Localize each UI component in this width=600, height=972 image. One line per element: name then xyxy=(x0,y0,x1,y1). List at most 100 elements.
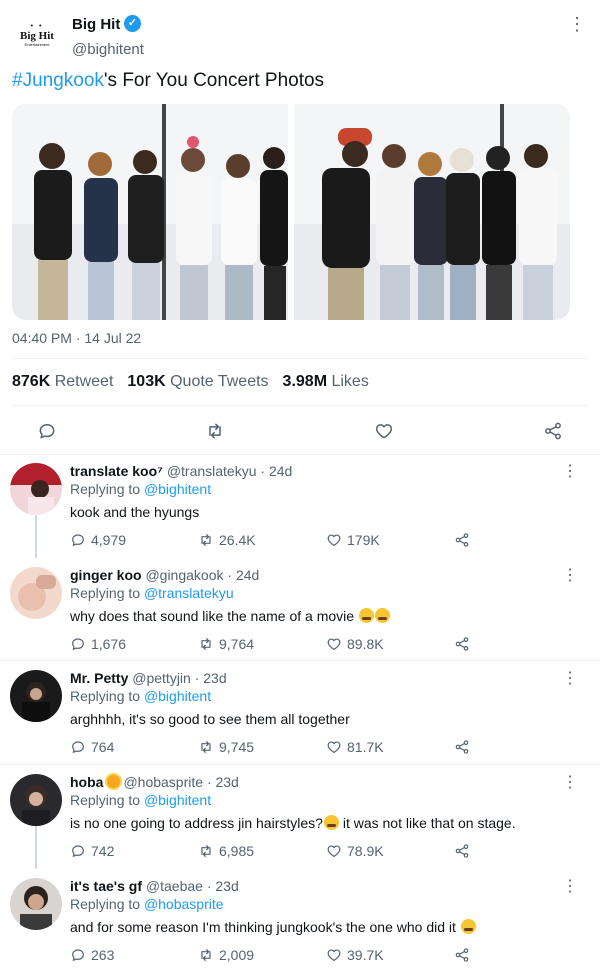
retweet-icon xyxy=(198,947,214,963)
concert-photo-2[interactable] xyxy=(294,104,570,320)
retweet-count: 2,009 xyxy=(219,947,255,963)
author-name[interactable]: Big Hit xyxy=(72,16,120,33)
reply-time: · 23d xyxy=(206,878,239,894)
retweet-button[interactable]: 9,764 xyxy=(198,636,254,652)
reply-author-name[interactable]: it's tae's gf xyxy=(70,878,142,894)
like-button[interactable]: 89.8K xyxy=(326,636,384,652)
likes-stat[interactable]: 3.98M Likes xyxy=(283,373,369,390)
more-icon[interactable]: ⋮ xyxy=(562,772,578,792)
avatar[interactable] xyxy=(10,670,62,722)
reply-count: 263 xyxy=(91,947,115,963)
replying-to: Replying to @translatekyu xyxy=(70,585,234,601)
retweets-count: 876K xyxy=(12,373,51,390)
tweet-stats: 876K Retweet 103K Quote Tweets 3.98M Likes xyxy=(12,373,369,391)
reply-text-tail: it was not like that on stage. xyxy=(338,815,516,831)
quotes-count: 103K xyxy=(127,373,166,390)
reply-header: ginger koo @gingakook · 24d xyxy=(70,567,259,583)
reply-icon[interactable] xyxy=(34,418,60,444)
retweet-button[interactable]: 2,009 xyxy=(198,947,254,963)
avatar[interactable] xyxy=(10,463,62,515)
reply-icon xyxy=(70,739,86,755)
reply-icon xyxy=(70,532,86,548)
reply-item[interactable]: translate koo⁷ @translatekyu · 24d ⋮ Rep… xyxy=(0,455,600,558)
reply-button[interactable]: 742 xyxy=(70,843,114,859)
hashtag-link[interactable]: #Jungkook xyxy=(12,70,104,91)
like-button[interactable]: 179K xyxy=(326,532,380,548)
logo-text: Big Hit xyxy=(20,29,54,42)
retweet-button[interactable]: 26.4K xyxy=(198,532,256,548)
retweets-label: Retweet xyxy=(54,373,114,390)
reply-handle[interactable]: @gingakook xyxy=(145,567,223,583)
reply-button[interactable]: 1,676 xyxy=(70,636,126,652)
reply-header: translate koo⁷ @translatekyu · 24d xyxy=(70,463,292,479)
like-button[interactable]: 78.9K xyxy=(326,843,384,859)
reply-icon xyxy=(70,947,86,963)
share-button[interactable] xyxy=(454,532,470,548)
crying-emoji-icon xyxy=(358,608,374,623)
like-button[interactable]: 39.7K xyxy=(326,947,384,963)
mention-link[interactable]: @bighitent xyxy=(144,792,211,808)
reply-handle[interactable]: @hobasprite xyxy=(123,774,203,790)
avatar[interactable] xyxy=(10,878,62,930)
reply-item[interactable]: it's tae's gf @taebae · 23d ⋮ Replying t… xyxy=(0,870,600,970)
mention-link[interactable]: @translatekyu xyxy=(144,585,234,601)
retweet-button[interactable]: 9,745 xyxy=(198,739,254,755)
replying-to: Replying to @hobasprite xyxy=(70,896,224,912)
reply-button[interactable]: 263 xyxy=(70,947,114,963)
like-count: 78.9K xyxy=(347,843,384,859)
retweets-stat[interactable]: 876K Retweet xyxy=(12,373,113,390)
mention-link[interactable]: @hobasprite xyxy=(144,896,224,912)
like-icon xyxy=(326,636,342,652)
reply-text: and for some reason I'm thinking jungkoo… xyxy=(70,919,476,935)
share-button[interactable] xyxy=(454,739,470,755)
retweet-icon[interactable] xyxy=(202,418,228,444)
author-handle[interactable]: @bighitent xyxy=(72,41,144,58)
reply-button[interactable]: 4,979 xyxy=(70,532,126,548)
reply-text: why does that sound like the name of a m… xyxy=(70,608,390,624)
quotes-stat[interactable]: 103K Quote Tweets xyxy=(127,373,268,390)
mention-link[interactable]: @bighitent xyxy=(144,688,211,704)
reply-item[interactable]: ginger koo @gingakook · 24d ⋮ Replying t… xyxy=(0,559,600,659)
reply-text-body: why does that sound like the name of a m… xyxy=(70,608,355,624)
avatar[interactable] xyxy=(10,567,62,619)
share-button[interactable] xyxy=(454,843,470,859)
replying-to-label: Replying to xyxy=(70,481,141,497)
more-icon[interactable]: ⋮ xyxy=(562,876,578,896)
reply-actions: 764 9,745 81.7K xyxy=(70,739,490,757)
concert-photo-1[interactable] xyxy=(12,104,288,320)
reply-text-body: and for some reason I'm thinking jungkoo… xyxy=(70,919,456,935)
avatar[interactable]: • • Big Hit Entertainment xyxy=(12,10,62,60)
like-icon[interactable] xyxy=(371,418,397,444)
mention-link[interactable]: @bighitent xyxy=(144,481,211,497)
retweet-icon xyxy=(198,739,214,755)
tweet-timestamp[interactable]: 04:40 PM · 14 Jul 22 xyxy=(12,330,141,346)
share-icon[interactable] xyxy=(540,418,566,444)
reply-item[interactable]: hoba @hobasprite · 23d ⋮ Replying to @big… xyxy=(0,766,600,869)
retweet-button[interactable]: 6,985 xyxy=(198,843,254,859)
reply-time: · 24d xyxy=(227,567,260,583)
more-icon[interactable]: ⋮ xyxy=(562,565,578,585)
reply-item[interactable]: Mr. Petty @pettyjin · 23d ⋮ Replying to … xyxy=(0,662,600,764)
more-icon[interactable]: ⋮ xyxy=(568,14,586,34)
avatar[interactable] xyxy=(10,774,62,826)
replying-to: Replying to @bighitent xyxy=(70,481,211,497)
replying-to: Replying to @bighitent xyxy=(70,688,211,704)
like-count: 89.8K xyxy=(347,636,384,652)
likes-label: Likes xyxy=(331,373,369,390)
reply-author-name[interactable]: hoba xyxy=(70,774,103,790)
like-button[interactable]: 81.7K xyxy=(326,739,384,755)
share-button[interactable] xyxy=(454,636,470,652)
reply-author-name[interactable]: translate koo⁷ xyxy=(70,463,163,479)
reply-handle[interactable]: @pettyjin xyxy=(132,670,191,686)
logo-subtext: Entertainment xyxy=(24,41,50,47)
reply-author-name[interactable]: Mr. Petty xyxy=(70,670,128,686)
more-icon[interactable]: ⋮ xyxy=(562,668,578,688)
more-icon[interactable]: ⋮ xyxy=(562,461,578,481)
replying-to-label: Replying to xyxy=(70,688,141,704)
share-button[interactable] xyxy=(454,947,470,963)
reply-handle[interactable]: @taebae xyxy=(146,878,203,894)
reply-author-name[interactable]: ginger koo xyxy=(70,567,142,583)
reply-actions: 263 2,009 39.7K xyxy=(70,947,490,965)
reply-button[interactable]: 764 xyxy=(70,739,114,755)
reply-handle[interactable]: @translatekyu xyxy=(167,463,257,479)
